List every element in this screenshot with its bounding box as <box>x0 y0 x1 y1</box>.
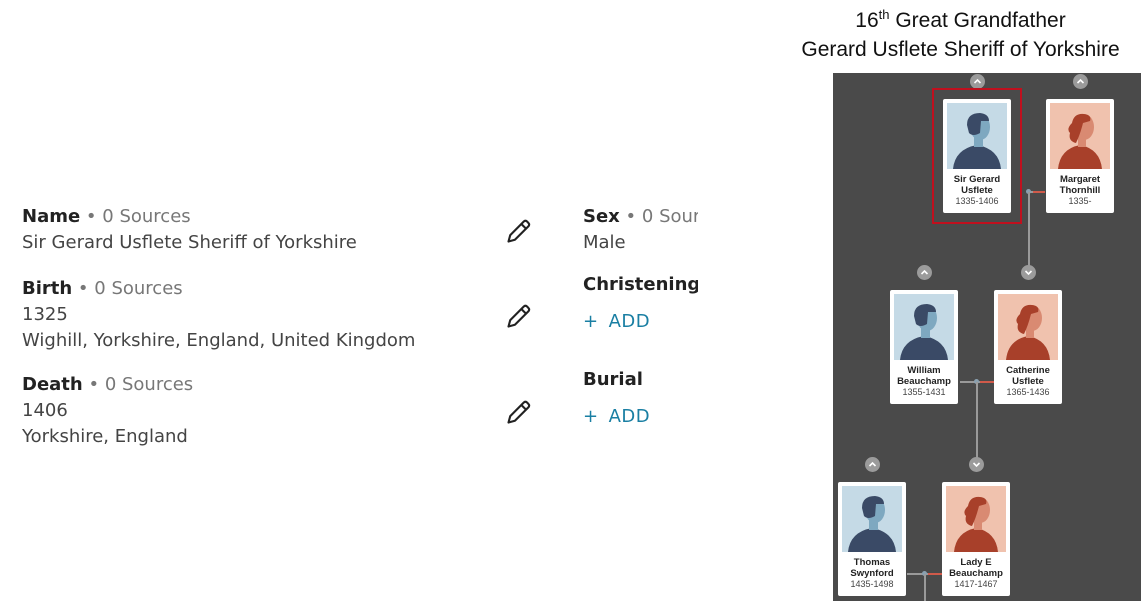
relation-line: 16th Great Grandfather <box>855 7 1066 32</box>
death-label: Death <box>22 374 83 395</box>
expand-parents-chevron-up-icon[interactable] <box>917 265 932 280</box>
edit-birth-pencil-icon[interactable] <box>505 302 533 330</box>
female-avatar-icon <box>1050 103 1110 169</box>
male-avatar-icon <box>894 294 954 360</box>
person-name: Catherine Usflete 1365-1436 <box>1006 365 1050 397</box>
birth-date: 1325 <box>22 304 68 325</box>
person-card-lady-e-beauchamp[interactable]: Lady E Beauchamp 1417-1467 <box>942 482 1010 596</box>
plus-icon: + <box>583 406 599 427</box>
collapse-chevron-down-icon[interactable] <box>1021 265 1036 280</box>
sex-value: Male <box>583 232 626 253</box>
descent-line <box>924 574 926 601</box>
male-avatar-icon <box>947 103 1007 169</box>
expand-parents-chevron-up-icon[interactable] <box>1073 74 1088 89</box>
name-sources[interactable]: 0 Sources <box>102 206 190 227</box>
female-avatar-icon <box>998 294 1058 360</box>
plus-icon: + <box>583 311 599 332</box>
death-date: 1406 <box>22 400 68 421</box>
burial-add-button[interactable]: + ADD <box>583 404 698 430</box>
family-tree-panel[interactable]: Sir Gerard Usflete 1335-1406 Margaret Thorn… <box>833 73 1141 601</box>
death-field: Death • 0 Sources 1406 Yorkshire, Englan… <box>22 372 193 450</box>
expand-parents-chevron-up-icon[interactable] <box>865 457 880 472</box>
person-dates: 1335-1406 <box>955 196 999 206</box>
birth-sources[interactable]: 0 Sources <box>94 278 182 299</box>
burial-label: Burial <box>583 369 643 390</box>
person-name: William Beauchamp 1355-1431 <box>897 365 951 397</box>
person-dates: 1365-1436 <box>1006 387 1050 397</box>
person-name: Lady E Beauchamp 1417-1467 <box>949 557 1003 589</box>
name-label: Name <box>22 206 81 227</box>
couple-connector-female <box>1033 191 1045 193</box>
christening-add-button[interactable]: + ADD <box>583 309 698 335</box>
person-name: Margaret Thornhill 1335- <box>1059 174 1101 206</box>
edit-death-pencil-icon[interactable] <box>505 398 533 426</box>
person-dates: 1417-1467 <box>954 579 998 589</box>
expand-parents-chevron-up-icon[interactable] <box>970 74 985 89</box>
couple-connector-female <box>980 381 994 383</box>
death-place: Yorkshire, England <box>22 426 188 447</box>
female-avatar-icon <box>946 486 1006 552</box>
descent-line <box>1028 192 1030 272</box>
sex-field: Sex • 0 Sources Male <box>583 204 698 256</box>
male-avatar-icon <box>842 486 902 552</box>
couple-connector-female <box>928 573 942 575</box>
person-dates: 1435-1498 <box>850 579 894 589</box>
person-name: Sir Gerard Usflete 1335-1406 <box>953 174 1001 206</box>
christening-field: Christening + ADD <box>583 272 698 335</box>
birth-field: Birth • 0 Sources 1325 Wighill, Yorkshir… <box>22 276 415 354</box>
sex-label: Sex <box>583 206 620 227</box>
name-field: Name • 0 Sources Sir Gerard Usflete Sher… <box>22 204 357 256</box>
person-line: Gerard Usflete Sheriff of Yorkshire <box>801 38 1120 61</box>
person-card-catherine-usflete[interactable]: Catherine Usflete 1365-1436 <box>994 290 1062 404</box>
birth-label: Birth <box>22 278 73 299</box>
death-sources[interactable]: 0 Sources <box>105 374 193 395</box>
descent-line <box>976 382 978 464</box>
person-dates: 1355-1431 <box>902 387 946 397</box>
christening-label: Christening <box>583 274 698 295</box>
sex-sources[interactable]: 0 Sources <box>642 206 698 227</box>
page-title: 16th Great Grandfather Gerard Usflete Sh… <box>780 0 1141 64</box>
edit-name-pencil-icon[interactable] <box>505 217 533 245</box>
burial-field: Burial + ADD <box>583 367 698 430</box>
person-card-sir-gerard-usflete[interactable]: Sir Gerard Usflete 1335-1406 <box>943 99 1011 213</box>
person-card-william-beauchamp[interactable]: William Beauchamp 1355-1431 <box>890 290 958 404</box>
person-dates: 1335- <box>1068 196 1092 206</box>
person-name: Thomas Swynford 1435-1498 <box>850 557 894 589</box>
collapse-chevron-down-icon[interactable] <box>969 457 984 472</box>
person-card-thomas-swynford[interactable]: Thomas Swynford 1435-1498 <box>838 482 906 596</box>
person-card-margaret-thornhill[interactable]: Margaret Thornhill 1335- <box>1046 99 1114 213</box>
birth-place: Wighill, Yorkshire, England, United King… <box>22 330 416 351</box>
name-value: Sir Gerard Usflete Sheriff of Yorkshire <box>22 232 357 253</box>
